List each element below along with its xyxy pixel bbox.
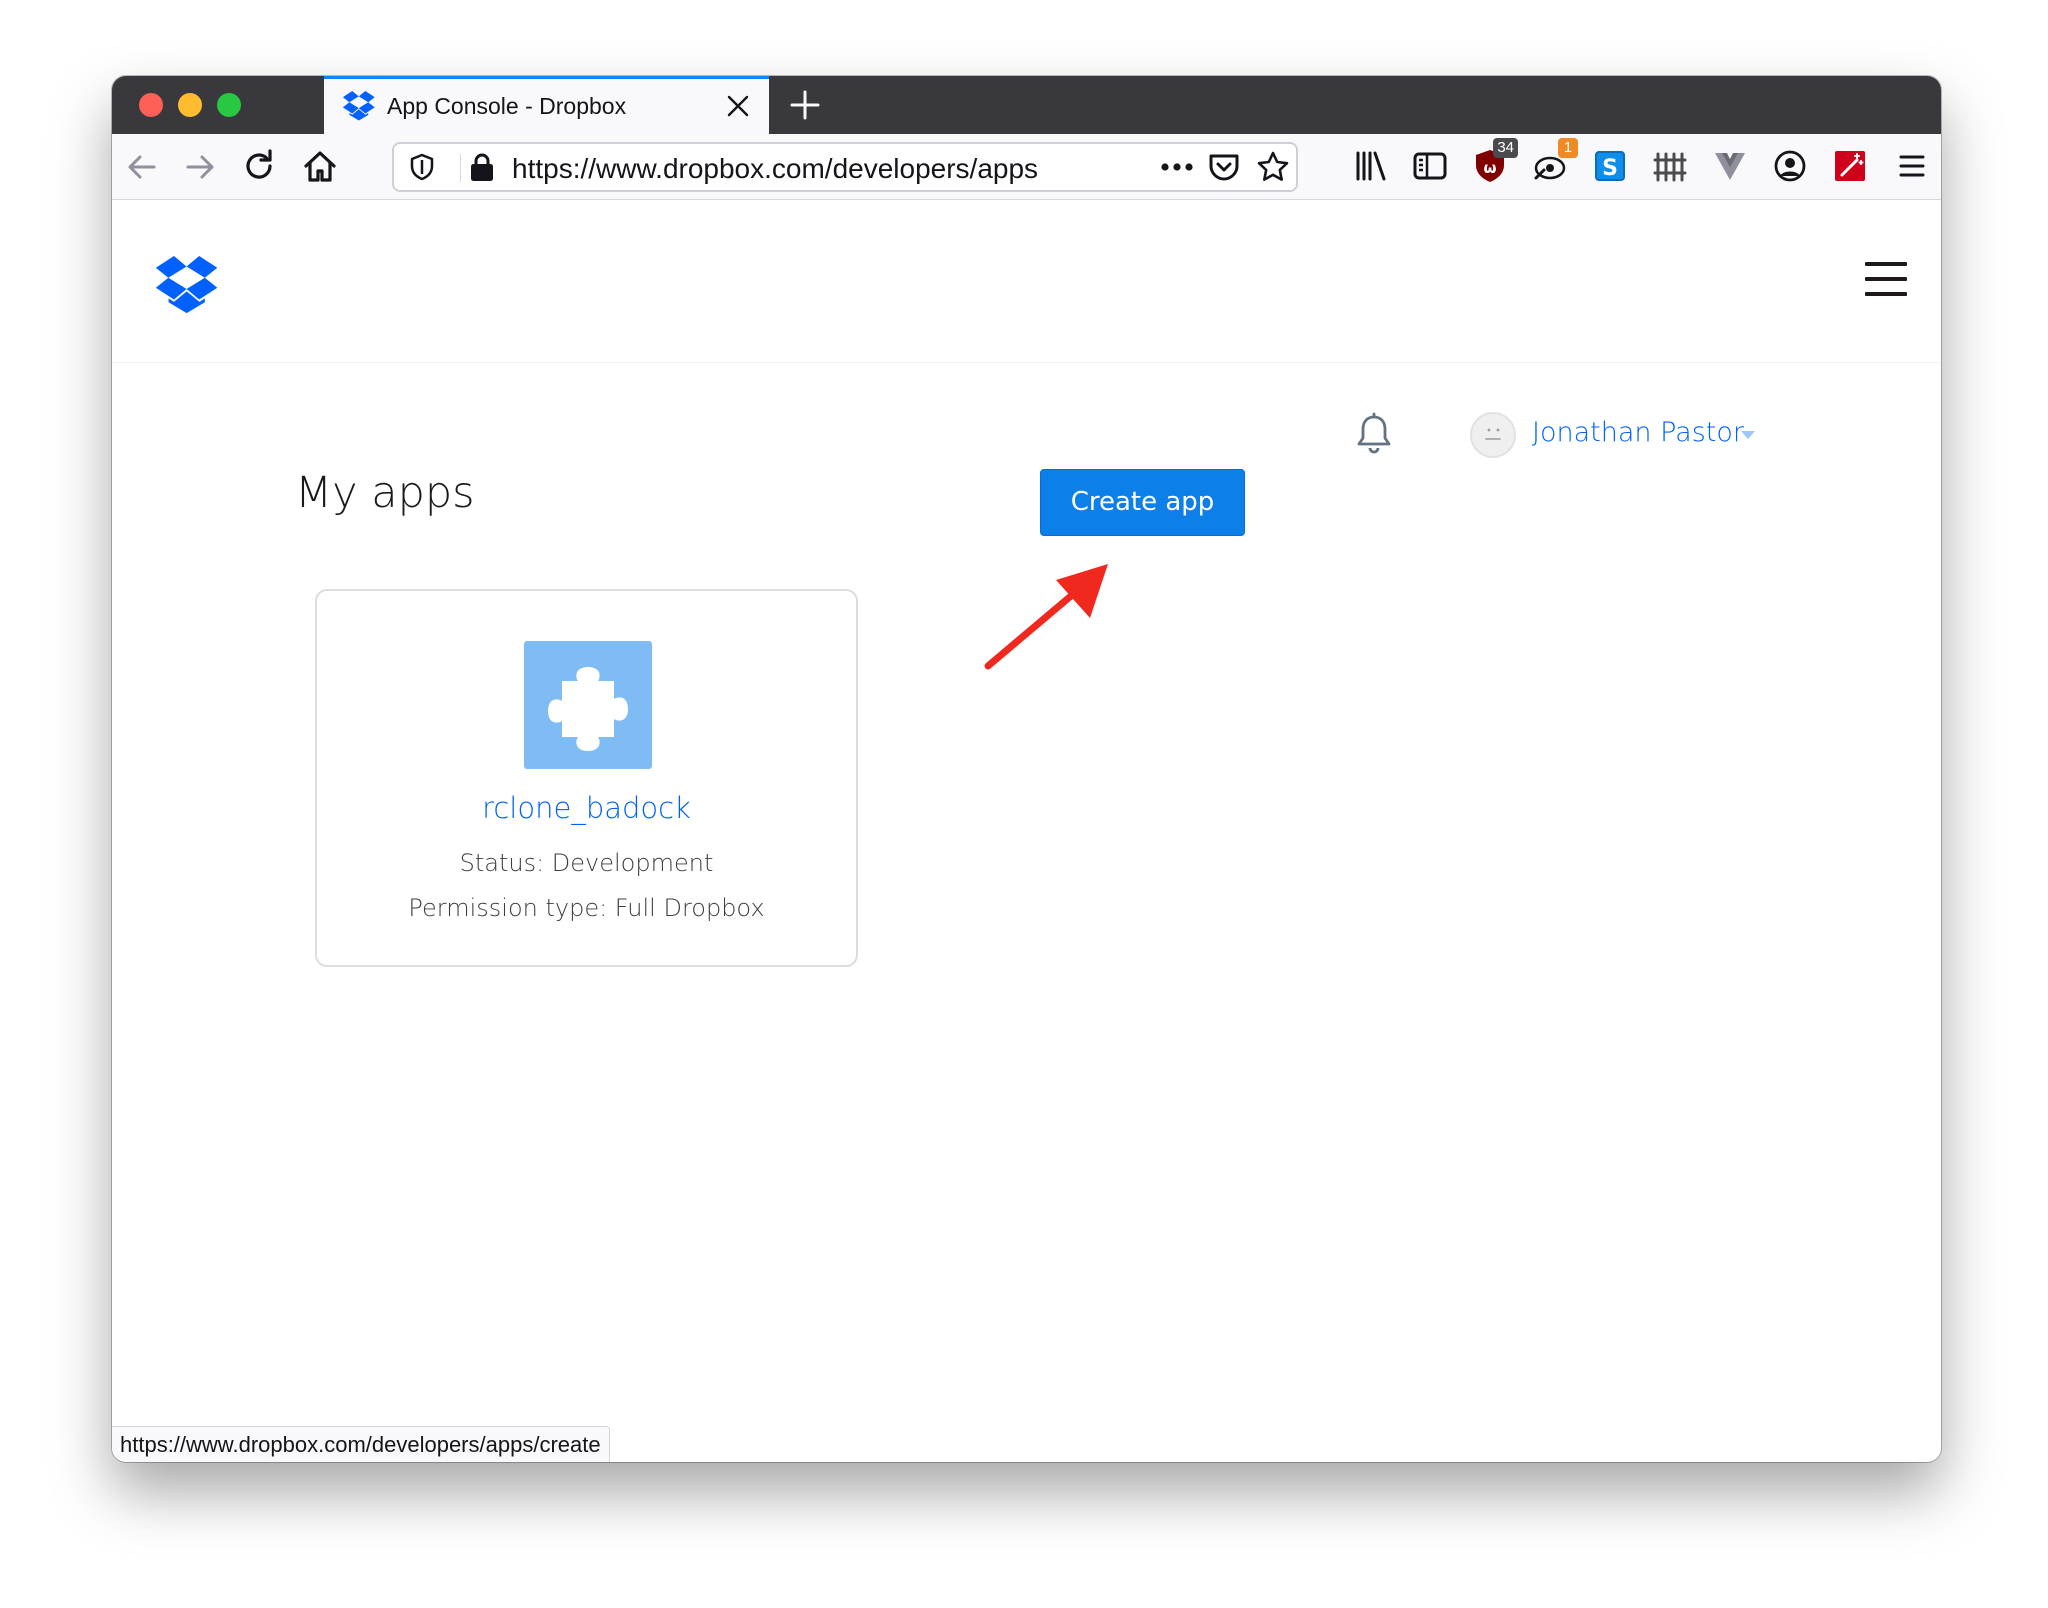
app-card[interactable]: rclone_badock Status: Development Permis…	[315, 589, 858, 967]
lock-icon[interactable]	[468, 152, 496, 182]
browser-window: App Console - Dropbox https://www.dropbo…	[112, 76, 1941, 1462]
hamburger-line	[1865, 262, 1907, 266]
puzzle-piece-icon	[524, 641, 652, 769]
hamburger-line	[1865, 292, 1907, 296]
pocket-icon[interactable]	[1208, 152, 1240, 182]
close-tab-icon[interactable]	[725, 93, 751, 119]
annotation-arrow-icon	[984, 564, 1108, 670]
back-icon[interactable]	[124, 149, 160, 185]
reload-icon[interactable]	[242, 149, 278, 185]
window-close-button[interactable]	[139, 93, 163, 117]
forward-icon[interactable]	[182, 149, 218, 185]
url-separator	[460, 154, 461, 182]
magic-wand-icon[interactable]	[1832, 148, 1868, 184]
menu-hamburger-icon[interactable]	[1865, 262, 1907, 298]
dropbox-favicon-icon	[342, 91, 375, 121]
tracking-protection-shield-icon[interactable]	[408, 153, 436, 181]
bookmark-star-icon[interactable]	[1256, 150, 1290, 184]
dropbox-logo-icon[interactable]	[152, 256, 222, 314]
new-tab-icon[interactable]	[789, 89, 821, 121]
window-maximize-button[interactable]	[217, 93, 241, 117]
site-header	[112, 200, 1941, 363]
url-text: https://www.dropbox.com/developers/apps	[512, 153, 1039, 184]
skype-icon[interactable]: S	[1592, 148, 1628, 184]
ublock-badge: 34	[1493, 138, 1518, 158]
link-status-bar: https://www.dropbox.com/developers/apps/…	[112, 1426, 610, 1462]
app-menu-icon[interactable]	[1894, 148, 1930, 184]
tab-strip: App Console - Dropbox	[112, 76, 1941, 134]
notification-bell-icon[interactable]	[1354, 412, 1394, 456]
tab-app-console[interactable]: App Console - Dropbox	[324, 76, 769, 134]
avatar-face-icon	[1485, 428, 1501, 440]
url-bar[interactable]: https://www.dropbox.com/developers/apps	[392, 142, 1298, 192]
page-title: My apps	[295, 468, 475, 518]
window-minimize-button[interactable]	[178, 93, 202, 117]
ublock-extension[interactable]: ω 34	[1472, 138, 1518, 184]
tab-title: App Console - Dropbox	[387, 93, 627, 119]
home-icon[interactable]	[302, 149, 338, 185]
user-name-link[interactable]: Jonathan Pastor	[1532, 417, 1744, 448]
create-app-button[interactable]: Create app	[1040, 469, 1245, 536]
svg-text:ω: ω	[1483, 159, 1496, 177]
app-name-link[interactable]: rclone_badock	[317, 791, 856, 825]
vue-devtools-icon[interactable]	[1712, 148, 1748, 184]
avatar[interactable]	[1470, 412, 1516, 458]
svg-text:S: S	[1602, 156, 1618, 181]
page-content: Jonathan Pastor My apps Create app rclon…	[112, 200, 1941, 1462]
app-permission: Permission type: Full Dropbox	[408, 894, 765, 922]
page-actions-icon[interactable]	[1160, 162, 1194, 172]
navigation-toolbar: https://www.dropbox.com/developers/apps …	[112, 134, 1941, 200]
hamburger-line	[1865, 277, 1907, 281]
tampermonkey-extension[interactable]: 1	[1532, 138, 1578, 184]
sidebar-toggle-icon[interactable]	[1412, 148, 1448, 184]
chevron-down-icon[interactable]	[1740, 430, 1756, 440]
fence-icon[interactable]	[1652, 148, 1688, 184]
account-icon[interactable]	[1772, 148, 1808, 184]
app-status: Status: Development	[459, 849, 714, 877]
library-icon[interactable]	[1352, 148, 1388, 184]
tampermonkey-badge: 1	[1558, 138, 1578, 158]
